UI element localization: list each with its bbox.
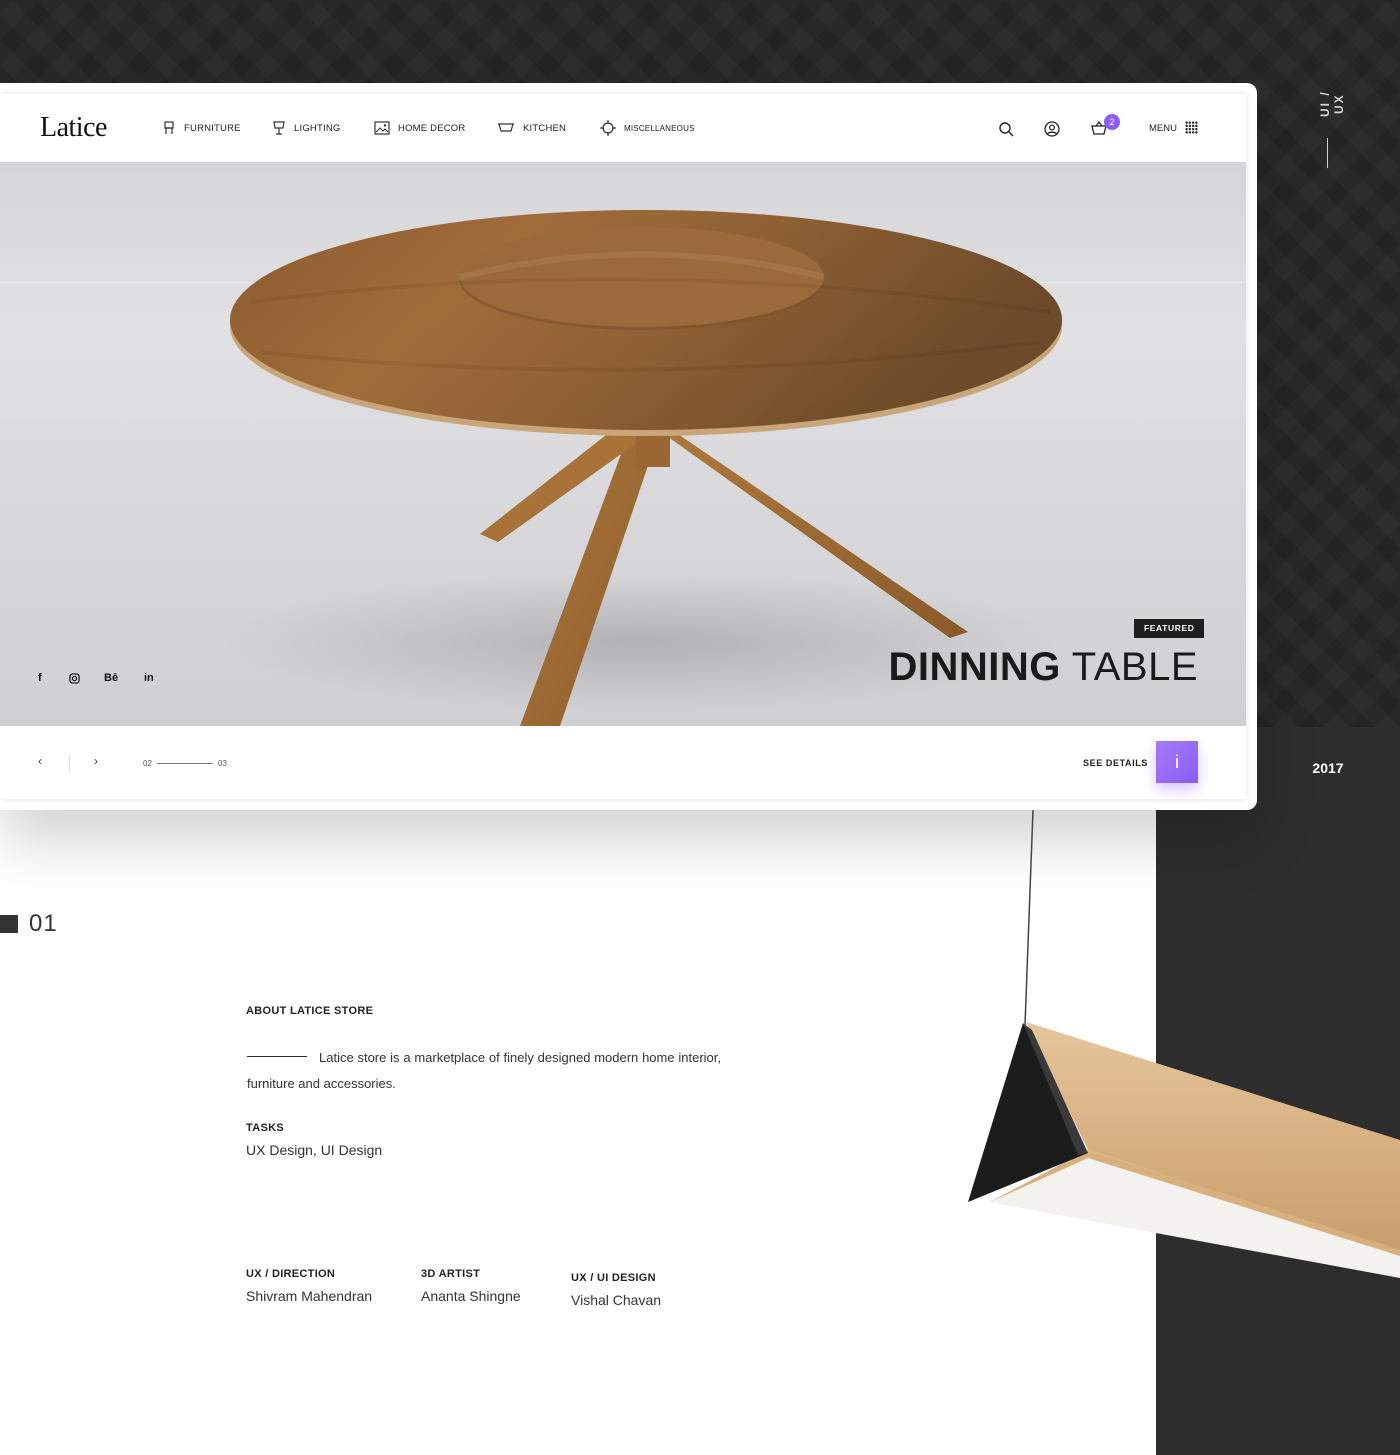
credit-role: UX / DIRECTION: [246, 1268, 336, 1280]
site-header: Latice FURNITURE LIGHTING HOME DECOR KIT…: [0, 94, 1246, 163]
featured-badge: FEATURED: [1134, 619, 1205, 638]
about-description: Latice store is a marketplace of finely …: [247, 1050, 721, 1091]
nav-label: HOME DECOR: [398, 122, 466, 134]
pendant-lamp-image: [968, 810, 1400, 1278]
hero-banner: FEATURED DINNING TABLE f Bē in: [0, 162, 1246, 726]
bowl-icon: [498, 123, 514, 132]
nav-label: MISCELLANEOUS: [624, 123, 695, 133]
tasks-value: UX Design, UI Design: [246, 1142, 383, 1158]
behance-icon[interactable]: Bē: [104, 672, 118, 684]
nav-label: KITCHEN: [523, 122, 567, 134]
hero-title-bold: DINNING: [888, 645, 1061, 689]
hero-title: DINNING TABLE: [888, 645, 1198, 690]
info-icon: i: [1175, 751, 1179, 772]
lamp-icon: [273, 121, 285, 135]
user-icon[interactable]: [1044, 121, 1060, 137]
credit-name: Vishal Chavan: [571, 1292, 662, 1308]
credit-role: UX / UI DESIGN: [571, 1272, 656, 1284]
credit-name: Shivram Mahendran: [246, 1288, 373, 1304]
vertical-category-label: UI / UX: [1318, 90, 1346, 118]
picture-icon: [374, 121, 390, 135]
slider-footer: ‹ › 02 03 SEE DETAILS i: [0, 726, 1246, 799]
site-logo[interactable]: Latice: [40, 112, 107, 144]
nav-item-furniture[interactable]: FURNITURE: [162, 120, 241, 136]
section-number: 01: [29, 910, 58, 937]
website-frame: Latice FURNITURE LIGHTING HOME DECOR KIT…: [0, 94, 1246, 799]
previous-arrow-icon[interactable]: ‹: [38, 754, 42, 768]
next-arrow-icon[interactable]: ›: [94, 754, 98, 768]
dining-table-image: [220, 210, 1062, 726]
hero-title-light: TABLE: [1071, 645, 1198, 689]
nav-label: LIGHTING: [294, 122, 341, 134]
grid-menu-icon[interactable]: [1185, 121, 1198, 134]
linkedin-icon[interactable]: in: [144, 672, 154, 684]
nav-item-kitchen[interactable]: KITCHEN: [497, 120, 566, 136]
info-button[interactable]: i: [1156, 741, 1198, 783]
instagram-icon[interactable]: [69, 673, 80, 684]
facebook-icon[interactable]: f: [38, 672, 42, 684]
nav-item-home-decor[interactable]: HOME DECOR: [374, 120, 465, 136]
arrow-divider: [69, 754, 70, 772]
credit-name: Ananta Shingne: [421, 1288, 521, 1304]
cart-count-badge: 2: [1104, 114, 1120, 130]
vertical-divider: [1327, 138, 1328, 168]
current-slide-number: 02: [143, 759, 152, 768]
browser-mockup-card: Latice FURNITURE LIGHTING HOME DECOR KIT…: [0, 83, 1257, 810]
nav-label: FURNITURE: [184, 122, 241, 134]
about-title: ABOUT LATICE STORE: [246, 1005, 374, 1017]
slide-progress-line: [157, 763, 213, 764]
section-marker: [0, 915, 18, 933]
menu-button[interactable]: MENU: [1149, 123, 1177, 134]
nav-item-miscellaneous[interactable]: MISCELLANEOUS: [600, 120, 695, 136]
chair-icon: [164, 121, 174, 134]
see-details-link[interactable]: SEE DETAILS: [1083, 758, 1148, 768]
compass-icon: [600, 120, 616, 136]
search-icon[interactable]: [998, 121, 1014, 137]
nav-item-lighting[interactable]: LIGHTING: [272, 120, 340, 136]
tasks-label: TASKS: [246, 1122, 284, 1134]
credit-role: 3D ARTIST: [421, 1268, 481, 1280]
project-year: 2017: [1312, 760, 1344, 776]
total-slide-number: 03: [218, 759, 227, 768]
